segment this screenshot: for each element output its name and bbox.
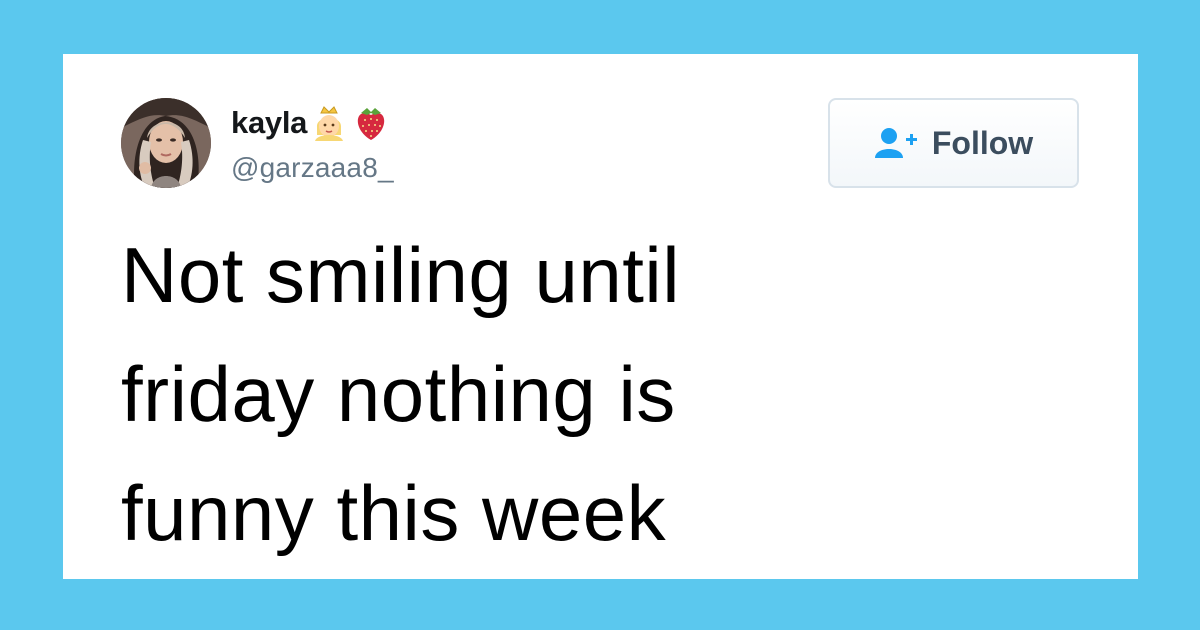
tweet-text: Not smiling until friday nothing is funn…: [121, 216, 1021, 573]
tweet-card: kayla @garzaaa8_ Follow Not smiling unti…: [63, 54, 1138, 579]
add-user-icon: [874, 128, 917, 158]
follow-button[interactable]: Follow: [828, 98, 1079, 188]
tweet-text-line: friday nothing is: [121, 350, 676, 438]
tweet-text-line: funny this week: [121, 469, 667, 557]
strawberry-emoji-icon: [357, 108, 385, 140]
follow-button-label: Follow: [931, 124, 1034, 161]
avatar-photo: [121, 98, 211, 188]
user-handle[interactable]: @garzaaa8_: [231, 152, 394, 184]
princess-emoji-icon: [315, 106, 344, 141]
display-name-text: kayla: [231, 105, 308, 140]
display-name[interactable]: kayla: [231, 104, 389, 142]
tweet-text-line: Not smiling until: [121, 231, 681, 319]
avatar[interactable]: [121, 98, 211, 188]
